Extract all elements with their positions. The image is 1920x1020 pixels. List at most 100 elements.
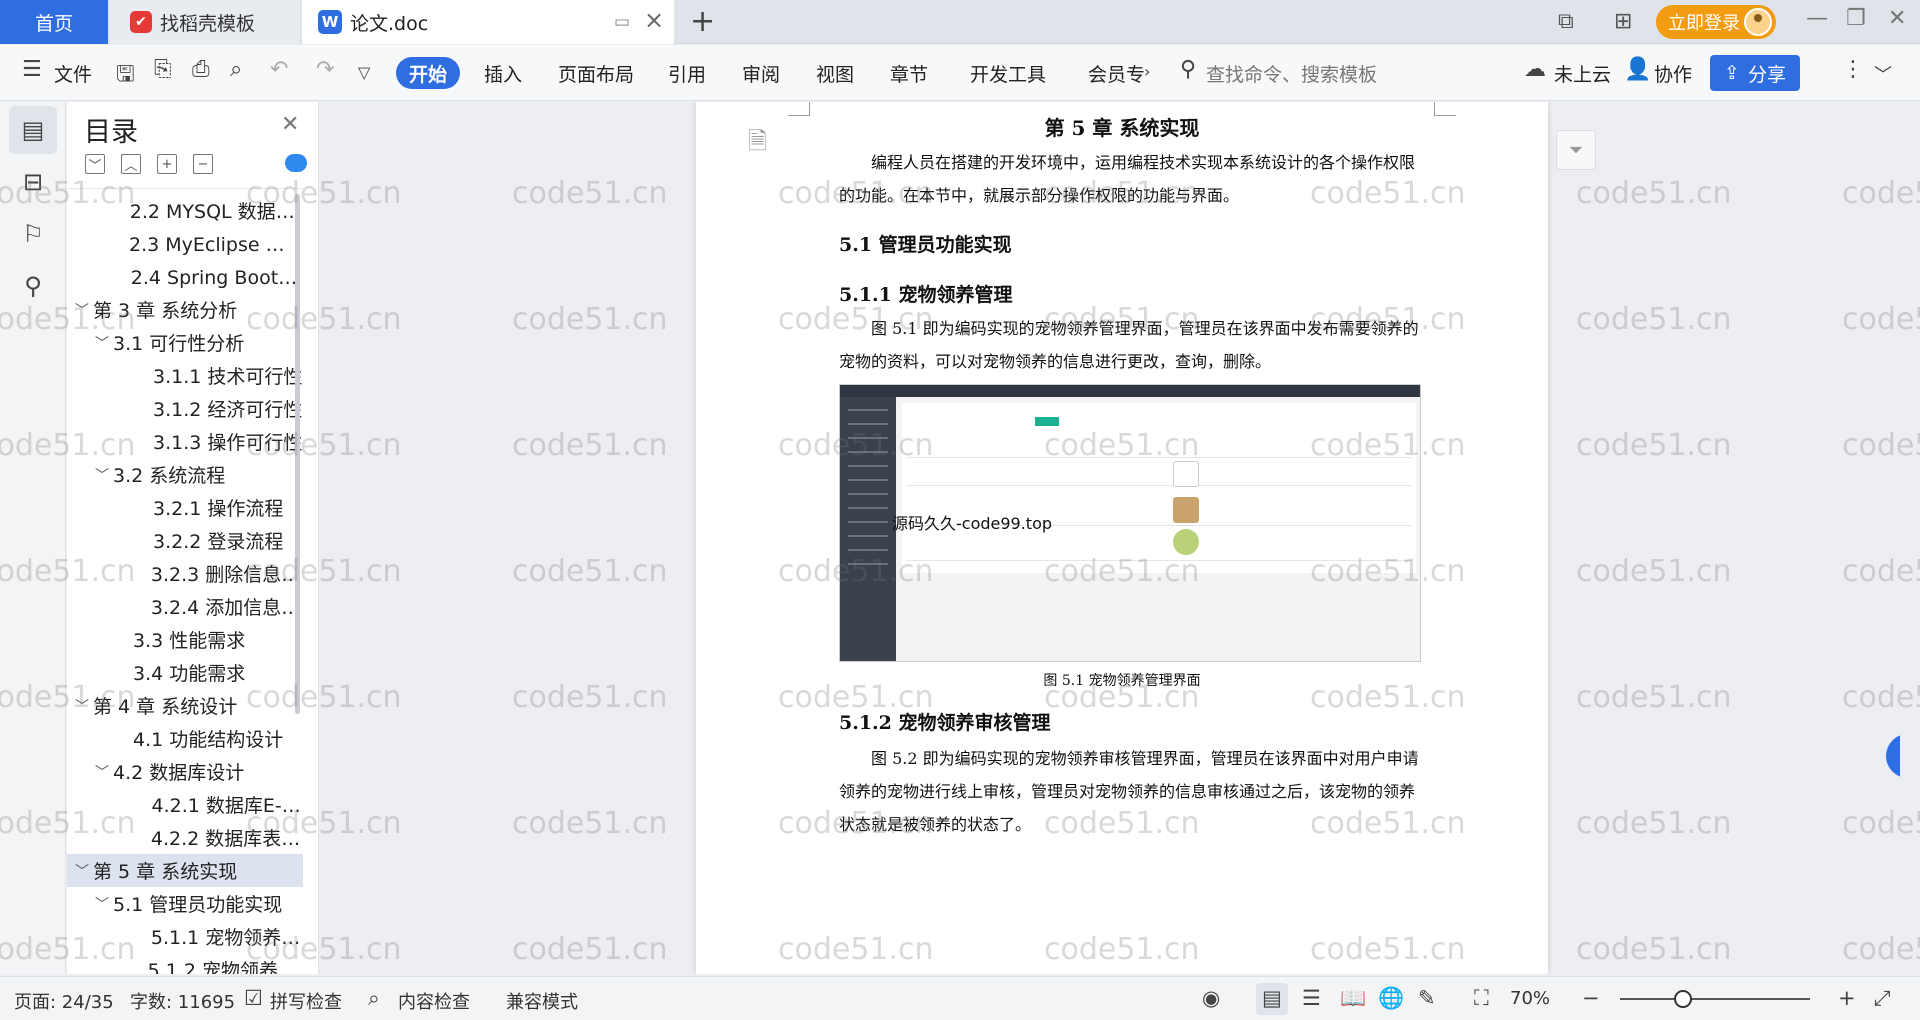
toc-expand-caret-icon[interactable]: ﹀	[91, 762, 113, 782]
toc-item[interactable]: 3.2.1 操作流程	[67, 491, 303, 524]
close-window-icon[interactable]: ✕	[1888, 6, 1906, 31]
toc-expand-caret-icon[interactable]: ﹀	[91, 894, 113, 914]
print-icon[interactable]: ⎙	[192, 57, 210, 82]
toc-item[interactable]: ﹀ 第 4 章 系统设计	[67, 689, 303, 722]
toc-expand-caret-icon[interactable]: ﹀	[71, 696, 93, 716]
toc-close-icon[interactable]: ✕	[281, 112, 299, 137]
tab-find-template[interactable]: ✔ 找稻壳模板	[110, 0, 300, 44]
login-button[interactable]: 立即登录	[1656, 5, 1776, 39]
eye-protect-icon[interactable]: ◉	[1202, 986, 1220, 1010]
paragraph-menu-icon[interactable]: 🗎	[748, 124, 767, 165]
ribbon-tab-view[interactable]: 视图	[816, 60, 854, 87]
web-view-icon[interactable]: 🌐	[1378, 986, 1404, 1011]
ribbon-tab-member[interactable]: 会员专	[1088, 60, 1145, 87]
zoom-level[interactable]: 70%	[1510, 988, 1550, 1009]
toc-expand-caret-icon[interactable]: ﹀	[91, 333, 113, 353]
toc-item[interactable]: ﹀ 第 3 章 系统分析	[67, 293, 303, 326]
page-indicator[interactable]: 页面: 24/35	[14, 988, 114, 1014]
ribbon-tab-references[interactable]: 引用	[668, 60, 706, 87]
toc-scrollbar[interactable]	[295, 194, 300, 714]
ribbon-scroll-right-icon[interactable]: ›	[1144, 62, 1150, 81]
toc-item[interactable]: 2.4 Spring Boot 框架	[67, 260, 303, 293]
save-icon[interactable]: 🖫	[116, 57, 135, 95]
find-icon[interactable]: ⚲	[9, 262, 57, 310]
close-tab-icon[interactable]: ×	[644, 6, 664, 34]
fit-page-icon[interactable]: ⛶	[1474, 986, 1489, 1011]
toc-item[interactable]: 3.1.1 技术可行性	[67, 359, 303, 392]
toc-item[interactable]: 4.1 功能结构设计	[67, 722, 303, 755]
ribbon-tab-home[interactable]: 开始	[396, 57, 460, 89]
ribbon-tab-review[interactable]: 审阅	[742, 60, 780, 87]
toc-item[interactable]: ﹀ 3.2 系统流程	[67, 458, 303, 491]
bookmark-icon[interactable]: ⚐	[9, 210, 57, 258]
spell-check-button[interactable]: 拼写检查	[270, 988, 342, 1014]
toc-item[interactable]: 2.3 MyEclipse 开发工具	[67, 227, 303, 260]
toc-item[interactable]: 3.3 性能需求	[67, 623, 303, 656]
toc-item[interactable]: 3.1.2 经济可行性	[67, 392, 303, 425]
ribbon-tab-chapter[interactable]: 章节	[890, 60, 928, 87]
share-button[interactable]: ⇪ 分享	[1710, 55, 1800, 91]
collapse-ribbon-icon[interactable]: ﹀	[1874, 61, 1892, 87]
zoom-slider-handle[interactable]	[1674, 990, 1692, 1008]
toc-item[interactable]: 3.2.2 登录流程	[67, 524, 303, 557]
redo-icon[interactable]: ↷	[316, 57, 334, 82]
pen-view-icon[interactable]: ✎	[1418, 986, 1436, 1010]
toc-item[interactable]: 3.4 功能需求	[67, 656, 303, 689]
print-preview-icon[interactable]: ⌕	[230, 57, 242, 82]
side-panel-toggle-icon[interactable]: ‹	[1886, 734, 1900, 778]
command-search-input[interactable]: 查找命令、搜索模板	[1206, 60, 1377, 87]
toc-item[interactable]: 3.2.4 添加信息流程	[67, 590, 303, 623]
expand-all-icon[interactable]: ︿	[121, 154, 141, 174]
outline-view-icon[interactable]: ☰	[1302, 986, 1321, 1010]
toc-item[interactable]: 5.1.2 宠物领养审核管理	[67, 953, 303, 974]
collapse-all-icon[interactable]: ﹀	[85, 154, 105, 174]
toc-expand-caret-icon[interactable]: ﹀	[71, 300, 93, 320]
reading-mode-icon[interactable]: ⧉	[1558, 9, 1574, 34]
more-dropdown-icon[interactable]: ▽	[358, 63, 370, 82]
grid-apps-icon[interactable]: ⊞	[1614, 9, 1632, 34]
export-icon[interactable]: ⎘	[154, 57, 172, 82]
toc-item[interactable]: 5.1.1 宠物领养管理	[67, 920, 303, 953]
file-menu[interactable]: 文件	[54, 60, 92, 87]
minimize-icon[interactable]: —	[1806, 6, 1828, 31]
toc-panel-icon[interactable]: ▤	[9, 106, 57, 154]
toc-item[interactable]: 4.2.2 数据库表结构	[67, 821, 303, 854]
tab-document[interactable]: W 论文.doc ▭ ×	[302, 0, 674, 44]
toc-item[interactable]: ﹀ 4.2 数据库设计	[67, 755, 303, 788]
more-options-icon[interactable]: ⋮	[1842, 57, 1864, 82]
ribbon-tab-developer[interactable]: 开发工具	[970, 60, 1046, 87]
word-count[interactable]: 字数: 11695	[130, 988, 235, 1014]
remove-heading-icon[interactable]: −	[193, 154, 213, 174]
collab-button[interactable]: 协作	[1654, 60, 1692, 87]
fullscreen-icon[interactable]: ⤢	[1874, 986, 1891, 1011]
content-check-button[interactable]: 内容检查	[398, 988, 470, 1014]
toc-expand-caret-icon[interactable]: ﹀	[91, 465, 113, 485]
ai-toc-icon[interactable]	[285, 154, 307, 172]
filter-icon[interactable]: ⏷	[1556, 130, 1596, 170]
chapter-nav-icon[interactable]: ⊟	[9, 158, 57, 206]
toc-item[interactable]: 3.2.3 删除信息流程	[67, 557, 303, 590]
reading-view-icon[interactable]: 📖	[1340, 986, 1366, 1011]
undo-icon[interactable]: ↶	[270, 57, 288, 82]
menu-icon[interactable]: ☰	[22, 57, 42, 82]
tab-home[interactable]: 首页	[0, 0, 108, 44]
ribbon-tab-layout[interactable]: 页面布局	[558, 60, 634, 87]
page-view-icon[interactable]: ▤	[1262, 986, 1282, 1010]
toc-item[interactable]: ﹀ 第 5 章 系统实现	[67, 854, 303, 887]
cloud-status[interactable]: 未上云	[1554, 60, 1611, 87]
toc-item[interactable]: 4.2.1 数据库E-R图	[67, 788, 303, 821]
document-page[interactable]: 第 5 章 系统实现 编程人员在搭建的开发环境中，运用编程技术实现本系统设计的各…	[696, 102, 1548, 974]
toc-expand-caret-icon[interactable]: ﹀	[71, 861, 93, 881]
toc-item[interactable]: ﹀ 3.1 可行性分析	[67, 326, 303, 359]
zoom-out-icon[interactable]: −	[1582, 986, 1600, 1010]
restore-icon[interactable]: ❐	[1846, 6, 1866, 31]
monitor-icon[interactable]: ▭	[614, 12, 630, 32]
zoom-slider[interactable]	[1620, 998, 1810, 1000]
zoom-in-icon[interactable]: +	[1838, 986, 1856, 1010]
add-heading-icon[interactable]: +	[157, 154, 177, 174]
ribbon-tab-insert[interactable]: 插入	[484, 60, 522, 87]
toc-item[interactable]: 3.1.3 操作可行性	[67, 425, 303, 458]
new-tab-button[interactable]: +	[690, 4, 715, 39]
toc-item[interactable]: ﹀ 5.1 管理员功能实现	[67, 887, 303, 920]
toc-item[interactable]: 2.2 MYSQL 数据库介绍	[67, 194, 303, 227]
